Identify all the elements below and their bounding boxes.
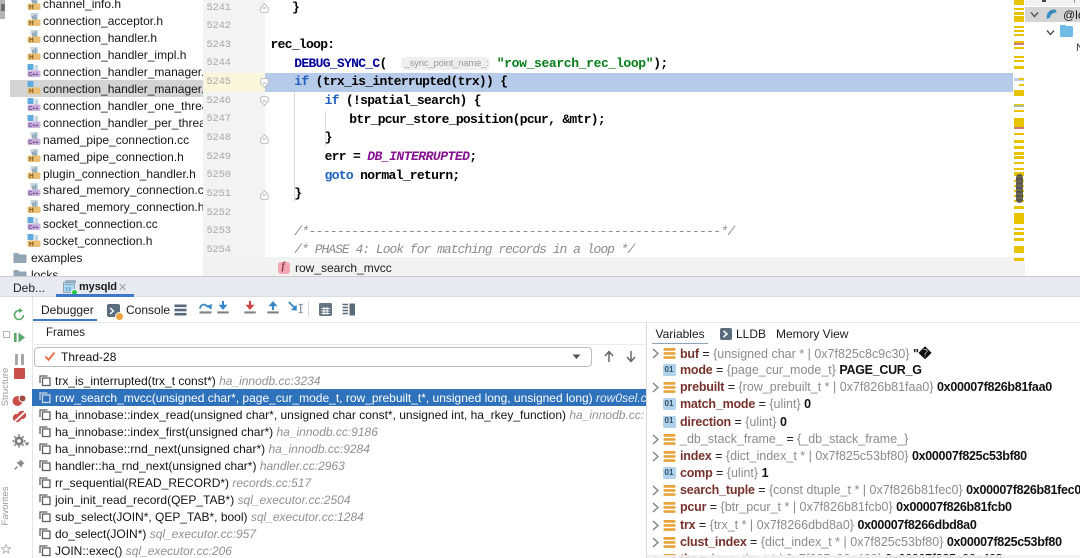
svg-text:C++: C++ — [28, 72, 38, 78]
svg-text:C++: C++ — [28, 225, 38, 231]
svg-text:H: H — [29, 37, 34, 44]
svg-text:H: H — [29, 173, 34, 180]
svg-text:H: H — [29, 4, 34, 11]
svg-text:H: H — [29, 54, 34, 61]
svg-text:H: H — [29, 207, 34, 214]
svg-text:C++: C++ — [28, 191, 38, 197]
svg-text:H: H — [29, 20, 34, 27]
svg-text:H: H — [29, 88, 34, 95]
svg-text:C++: C++ — [28, 106, 38, 112]
svg-text:C++: C++ — [28, 140, 38, 146]
svg-text:H: H — [29, 241, 34, 248]
svg-text:C++: C++ — [28, 123, 38, 129]
svg-text:H: H — [29, 156, 34, 163]
